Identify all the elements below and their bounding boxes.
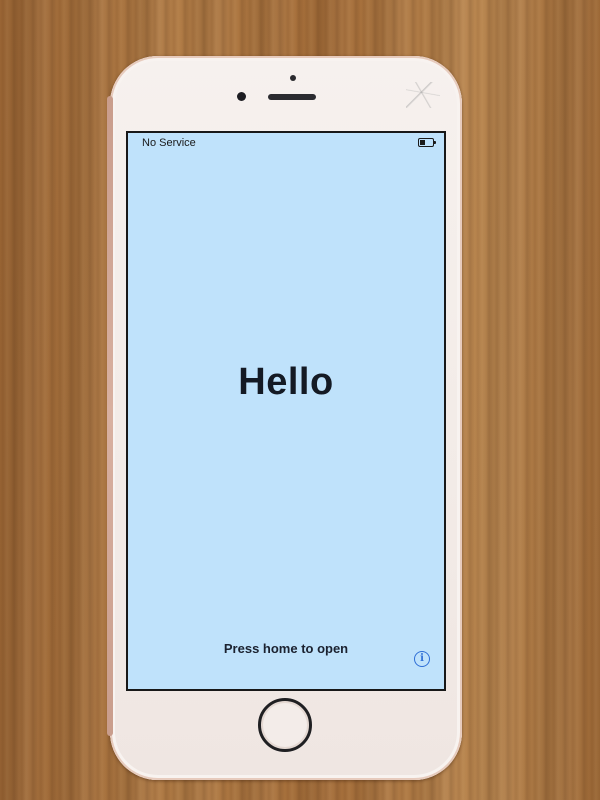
proximity-sensor [290,75,296,81]
glass-crack [406,82,440,108]
info-icon[interactable]: i [414,651,430,667]
hello-greeting: Hello [238,361,334,403]
battery-level [420,140,425,145]
phone: No Service Hello Press home to open i [107,56,462,780]
home-button[interactable] [258,698,312,752]
battery-icon [418,138,436,147]
earpiece-speaker [268,94,316,100]
lock-screen: No Service Hello Press home to open i [126,131,446,691]
press-home-label: Press home to open [223,641,349,656]
carrier-status: No Service [142,137,196,149]
front-camera-icon [237,92,246,101]
